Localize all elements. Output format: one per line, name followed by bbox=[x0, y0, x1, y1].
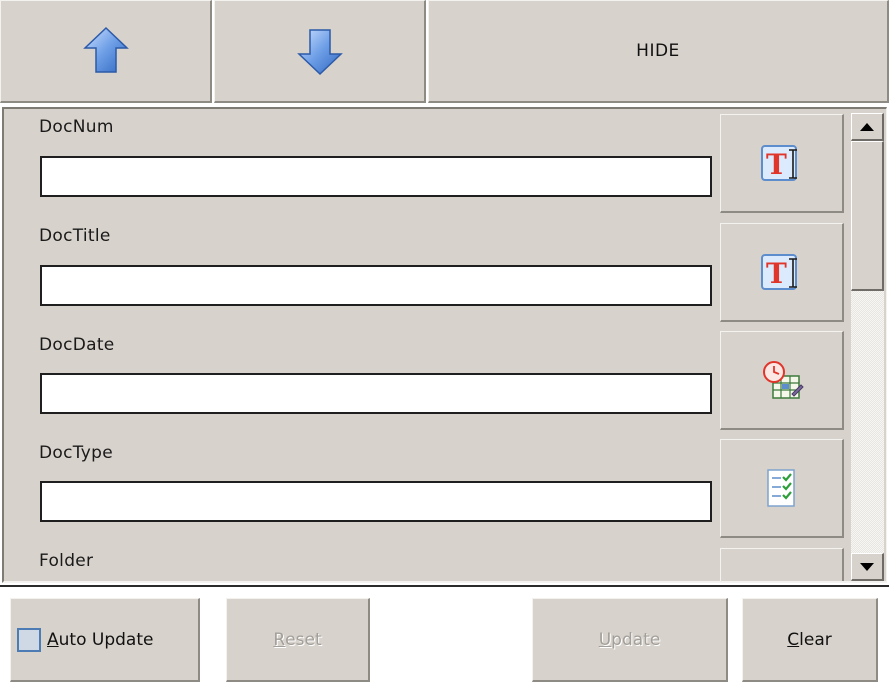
doctitle-action-button[interactable]: T bbox=[720, 223, 844, 322]
update-label-rest: pdate bbox=[611, 629, 661, 650]
folder-action-button[interactable] bbox=[720, 548, 844, 581]
docdate-input[interactable] bbox=[40, 373, 712, 414]
hide-label: HIDE bbox=[636, 41, 680, 61]
bottom-action-bar: Auto Update Reset Update Clear bbox=[0, 585, 889, 692]
docnum-input[interactable] bbox=[40, 156, 712, 197]
date-picker-icon bbox=[762, 361, 804, 399]
reset-mnemonic: R bbox=[273, 629, 286, 650]
vertical-scrollbar[interactable] bbox=[851, 113, 884, 581]
arrow-up-icon bbox=[82, 26, 129, 73]
arrow-down-icon bbox=[296, 29, 343, 76]
docdate-action-button[interactable] bbox=[720, 331, 844, 430]
auto-update-mnemonic: A bbox=[47, 629, 59, 650]
reset-label-rest: eset bbox=[285, 629, 322, 650]
auto-update-checkbox[interactable] bbox=[17, 627, 41, 652]
docnum-action-button[interactable]: T bbox=[720, 114, 844, 213]
scrollbar-thumb[interactable] bbox=[851, 141, 884, 291]
scroll-down-button[interactable] bbox=[851, 553, 884, 581]
clear-button[interactable]: Clear bbox=[742, 598, 878, 682]
triangle-up-icon bbox=[860, 122, 874, 131]
folder-label: Folder bbox=[39, 551, 94, 571]
field-panel: DocNum T DocTitle T DocDate DocType Fold… bbox=[2, 107, 887, 583]
triangle-down-icon bbox=[860, 562, 874, 571]
clear-mnemonic: C bbox=[787, 629, 800, 650]
hide-button[interactable]: HIDE bbox=[428, 0, 889, 103]
move-down-button[interactable] bbox=[214, 0, 426, 103]
doctype-input[interactable] bbox=[40, 481, 712, 522]
docnum-label: DocNum bbox=[39, 117, 114, 137]
auto-update-toggle[interactable]: Auto Update bbox=[10, 598, 200, 682]
text-entry-icon: T bbox=[760, 145, 797, 181]
clear-label-rest: lear bbox=[799, 629, 832, 650]
doctype-action-button[interactable] bbox=[720, 439, 844, 538]
auto-update-label-rest: uto Update bbox=[58, 629, 154, 650]
index-field-editor: HIDE DocNum T DocTitle T DocDate DocType… bbox=[0, 0, 889, 692]
svg-text:T: T bbox=[766, 148, 787, 181]
auto-update-label: Auto Update bbox=[47, 630, 153, 650]
reset-button[interactable]: Reset bbox=[226, 598, 370, 682]
docdate-label: DocDate bbox=[39, 335, 115, 355]
scroll-up-button[interactable] bbox=[851, 113, 884, 141]
update-button[interactable]: Update bbox=[532, 598, 728, 682]
doctype-label: DocType bbox=[39, 443, 113, 463]
checklist-icon bbox=[766, 469, 795, 507]
doctitle-input[interactable] bbox=[40, 265, 712, 306]
svg-text:T: T bbox=[766, 257, 787, 290]
move-up-button[interactable] bbox=[0, 0, 212, 103]
doctitle-label: DocTitle bbox=[39, 226, 111, 246]
text-entry-icon: T bbox=[760, 254, 797, 290]
update-mnemonic: U bbox=[598, 629, 612, 650]
